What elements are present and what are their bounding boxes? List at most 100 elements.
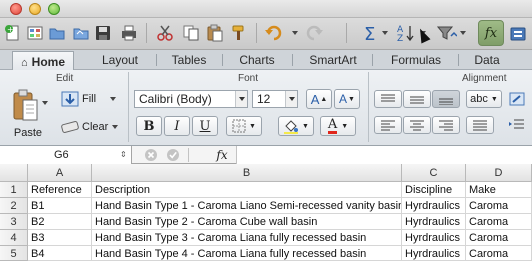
- formula-input[interactable]: [236, 146, 532, 164]
- fill-dropdown-icon[interactable]: [108, 94, 118, 104]
- autosum-icon[interactable]: Σ: [360, 22, 382, 44]
- paste-icon[interactable]: [204, 22, 226, 44]
- table-cell[interactable]: Hyrdraulics: [402, 198, 466, 214]
- open-icon[interactable]: [70, 22, 92, 44]
- minimize-window-button[interactable]: [29, 3, 41, 15]
- print-icon[interactable]: [118, 22, 140, 44]
- underline-button[interactable]: U: [192, 116, 218, 136]
- open-icon[interactable]: [46, 22, 68, 44]
- align-middle-icon: [410, 96, 424, 104]
- align-left-button[interactable]: [374, 116, 402, 134]
- select-all-corner[interactable]: [0, 164, 28, 182]
- undo-icon[interactable]: [264, 22, 286, 44]
- chevron-down-icon: ▼: [341, 122, 349, 130]
- insert-function-button[interactable]: fx: [212, 146, 232, 164]
- font-name-select[interactable]: Calibri (Body): [134, 90, 248, 108]
- ribbon-home: Edit Paste Fill Clear Font Calibri (Body…: [0, 70, 532, 146]
- shrink-font-button[interactable]: A ▼: [334, 89, 360, 109]
- paste-dropdown-icon[interactable]: [40, 98, 50, 108]
- redo-icon[interactable]: [302, 22, 324, 44]
- align-middle-button[interactable]: [403, 90, 431, 108]
- align-bottom-button[interactable]: [432, 90, 460, 108]
- confirm-formula-icon[interactable]: [166, 148, 180, 162]
- table-cell[interactable]: Hand Basin Type 4 - Caroma Liana fully r…: [92, 246, 402, 261]
- table-cell[interactable]: Caroma: [466, 230, 532, 246]
- table-cell[interactable]: Caroma: [466, 198, 532, 214]
- formula-divider: [188, 148, 189, 162]
- indent-icon[interactable]: [506, 116, 528, 134]
- eraser-icon[interactable]: [60, 118, 80, 136]
- table-cell[interactable]: Hand Basin Type 3 - Caroma Liana fully r…: [92, 230, 402, 246]
- justify-button[interactable]: [466, 116, 494, 134]
- table-cell[interactable]: Reference: [28, 182, 92, 198]
- orientation-icon[interactable]: [506, 90, 528, 108]
- tab-layout[interactable]: Layout: [92, 50, 148, 70]
- autosum-dropdown-icon[interactable]: [380, 22, 390, 44]
- paste-button[interactable]: [10, 86, 42, 126]
- row-header-4[interactable]: 4: [0, 230, 28, 246]
- fill-color-button[interactable]: ▼: [278, 116, 314, 136]
- close-window-button[interactable]: [10, 3, 22, 15]
- align-right-button[interactable]: [432, 116, 460, 134]
- font-color-button[interactable]: A ▼: [320, 116, 356, 136]
- table-cell[interactable]: Hand Basin Type 1 - Caroma Liano Semi-re…: [92, 198, 402, 214]
- tab-data[interactable]: Data: [464, 50, 510, 70]
- table-cell[interactable]: Caroma: [466, 246, 532, 261]
- toolbox-icon[interactable]: [508, 22, 530, 44]
- align-top-button[interactable]: [374, 90, 402, 108]
- filter-icon[interactable]: [436, 22, 458, 44]
- bold-button[interactable]: B: [136, 116, 162, 136]
- table-cell[interactable]: Hand Basin Type 2 - Caroma Cube wall bas…: [92, 214, 402, 230]
- copy-icon[interactable]: [180, 22, 202, 44]
- row-header-3[interactable]: 3: [0, 214, 28, 230]
- table-cell[interactable]: Hyrdraulics: [402, 246, 466, 261]
- table-cell[interactable]: Description: [92, 182, 402, 198]
- row-header-1[interactable]: 1: [0, 182, 28, 198]
- new-icon[interactable]: +: [2, 22, 24, 44]
- formula-builder-button[interactable]: fx: [478, 20, 504, 46]
- tab-smartart[interactable]: SmartArt: [298, 50, 368, 70]
- table-cell[interactable]: Discipline: [402, 182, 466, 198]
- chevron-down-icon: [235, 91, 247, 107]
- table-cell[interactable]: B2: [28, 214, 92, 230]
- cancel-formula-icon[interactable]: [144, 148, 158, 162]
- font-size-select[interactable]: 12: [252, 90, 298, 108]
- templates-icon[interactable]: [24, 22, 46, 44]
- wrap-text-button[interactable]: abc ▼: [466, 90, 502, 108]
- table-cell[interactable]: Make: [466, 182, 532, 198]
- title-bar: [0, 0, 532, 18]
- zoom-window-button[interactable]: [48, 3, 60, 15]
- clear-dropdown-icon[interactable]: [110, 122, 120, 132]
- undo-dropdown-icon[interactable]: [290, 22, 300, 44]
- tab-tables[interactable]: Tables: [160, 50, 218, 70]
- filter-dropdown-icon[interactable]: [458, 22, 468, 44]
- fill-icon[interactable]: [60, 90, 80, 108]
- column-header-a[interactable]: A: [28, 164, 92, 182]
- tab-home[interactable]: ⌂ Home: [12, 51, 74, 71]
- name-box-stepper-icon[interactable]: ⇕: [120, 146, 127, 164]
- table-cell[interactable]: B3: [28, 230, 92, 246]
- italic-button[interactable]: I: [164, 116, 190, 136]
- sort-icon[interactable]: AZ: [396, 22, 418, 44]
- cut-icon[interactable]: [154, 22, 176, 44]
- borders-button[interactable]: ▼: [226, 116, 262, 136]
- table-cell[interactable]: Hyrdraulics: [402, 214, 466, 230]
- column-header-d[interactable]: D: [466, 164, 532, 182]
- table-cell[interactable]: Hyrdraulics: [402, 230, 466, 246]
- fill-button[interactable]: Fill: [82, 90, 100, 108]
- tab-formulas[interactable]: Formulas: [380, 50, 452, 70]
- column-header-b[interactable]: B: [92, 164, 402, 182]
- table-cell[interactable]: B4: [28, 246, 92, 261]
- name-box[interactable]: G6 ⇕: [0, 146, 132, 164]
- align-center-button[interactable]: [403, 116, 431, 134]
- table-cell[interactable]: B1: [28, 198, 92, 214]
- row-header-2[interactable]: 2: [0, 198, 28, 214]
- table-cell[interactable]: Caroma: [466, 214, 532, 230]
- tab-charts[interactable]: Charts: [228, 50, 286, 70]
- format-painter-icon[interactable]: [228, 22, 250, 44]
- clear-button[interactable]: Clear: [82, 118, 110, 136]
- row-header-5[interactable]: 5: [0, 246, 28, 261]
- grow-font-button[interactable]: A ▲: [306, 89, 332, 109]
- save-icon[interactable]: [92, 22, 114, 44]
- column-header-c[interactable]: C: [402, 164, 466, 182]
